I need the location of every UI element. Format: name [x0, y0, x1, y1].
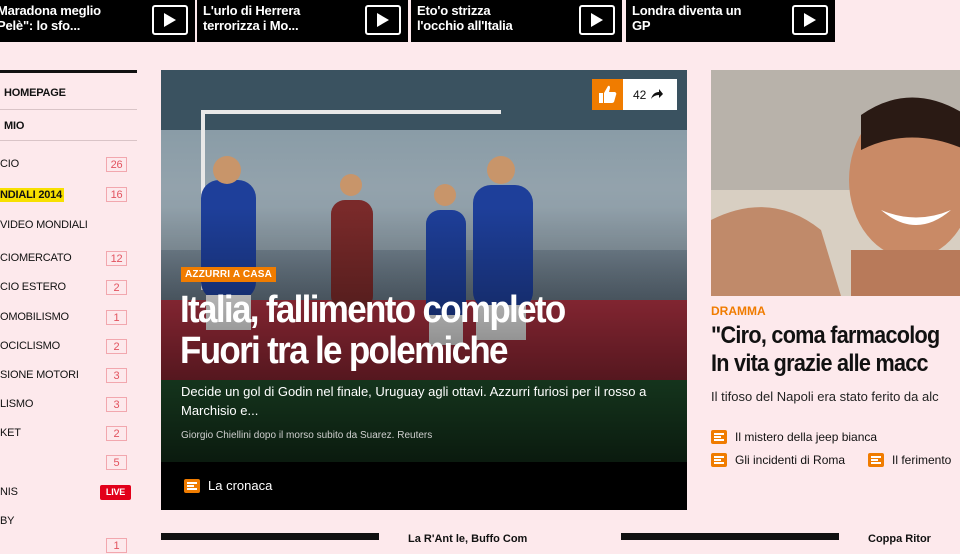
- cronaca-link[interactable]: La cronaca: [208, 478, 272, 493]
- hero-description: Decide un gol di Godin nel finale, Urugu…: [181, 384, 647, 418]
- related-link[interactable]: Gli incidenti di Roma: [735, 453, 845, 467]
- sidebar-divider: [0, 140, 137, 141]
- right-story-photo[interactable]: [711, 70, 960, 296]
- thumbs-up-icon: [599, 85, 617, 103]
- hero-kicker[interactable]: AZZURRI A CASA: [181, 267, 277, 282]
- play-icon: [591, 13, 603, 27]
- right-story-title[interactable]: "Ciro, coma farmacolog In vita grazie al…: [711, 322, 945, 378]
- top-news-card[interactable]: Eto'o strizza l'occhio all'Italia: [411, 0, 622, 42]
- sidebar-nav: HOMEPAGE MIO CIO 26 NDIALI 2014 16 VIDEO…: [0, 70, 137, 553]
- sidebar-item-label: CIOMERCATO: [0, 252, 72, 264]
- article-icon: [868, 453, 884, 467]
- live-badge: LIVE: [100, 485, 131, 500]
- sidebar-item-label: HOMEPAGE: [4, 87, 66, 99]
- count-badge: 3: [106, 368, 127, 383]
- sidebar-item-label: OCICLISMO: [0, 340, 60, 352]
- top-news-card[interactable]: Londra diventa un GP: [626, 0, 835, 42]
- related-link[interactable]: Il mistero della jeep bianca: [735, 430, 877, 444]
- article-icon: [184, 479, 200, 493]
- play-button[interactable]: [365, 5, 401, 35]
- count-badge: 1: [106, 538, 127, 553]
- count-badge: 3: [106, 397, 127, 412]
- hero-footer: La cronaca: [161, 462, 687, 510]
- like-count: 42: [633, 88, 647, 102]
- sidebar-item-label: SIONE MOTORI: [0, 369, 79, 381]
- like-button[interactable]: [592, 79, 623, 110]
- hero-title-line: Fuori tra le polemiche: [180, 330, 509, 372]
- sidebar-item-label: MIO: [4, 120, 25, 132]
- top-news-title[interactable]: L'urlo di Herrera terrorizza i Mo...: [203, 3, 321, 33]
- count-badge: 2: [106, 426, 127, 441]
- sidebar-item-label: BY: [0, 515, 15, 527]
- count-badge: 2: [106, 280, 127, 295]
- sidebar-item-label: NDIALI 2014: [0, 188, 64, 202]
- sidebar-item-label: LISMO: [0, 398, 34, 410]
- count-badge: 12: [106, 251, 127, 266]
- bottom-thumbnail[interactable]: [161, 533, 379, 540]
- hero-story[interactable]: 42 AZZURRI A CASA Italia, fallimento com…: [161, 70, 687, 510]
- share-arrow-icon[interactable]: [650, 88, 664, 103]
- count-badge: 26: [106, 157, 127, 172]
- right-title-line: "Ciro, coma farmacolog: [711, 322, 940, 349]
- sidebar-item-label: CIO ESTERO: [0, 281, 66, 293]
- right-story-kicker[interactable]: DRAMMA: [711, 304, 766, 318]
- related-link[interactable]: Il ferimento: [892, 453, 951, 467]
- count-badge: 5: [106, 455, 127, 470]
- sidebar-item-label: NIS: [0, 486, 18, 498]
- count-badge: 16: [106, 187, 127, 202]
- article-icon: [711, 430, 727, 444]
- play-icon: [804, 13, 816, 27]
- play-button[interactable]: [792, 5, 828, 35]
- like-share-box: 42: [592, 79, 677, 110]
- hero-title[interactable]: Italia, fallimento completo Fuori tra le…: [180, 290, 622, 372]
- top-news-title[interactable]: Londra diventa un GP: [632, 3, 750, 33]
- bottom-headline[interactable]: Coppa Ritor: [868, 533, 931, 545]
- right-story-description: Il tifoso del Napoli era stato ferito da…: [711, 389, 939, 404]
- count-badge: 2: [106, 339, 127, 354]
- play-icon: [164, 13, 176, 27]
- right-title-line: In vita grazie alle macc: [711, 350, 929, 377]
- top-news-strip: Maradona meglio Pelè": lo sfo... L'urlo …: [0, 0, 960, 46]
- bottom-thumbnail[interactable]: [621, 533, 839, 540]
- top-news-title[interactable]: Eto'o strizza l'occhio all'Italia: [417, 3, 535, 33]
- play-icon: [377, 13, 389, 27]
- top-news-title[interactable]: Maradona meglio Pelè": lo sfo...: [0, 3, 115, 33]
- top-news-card[interactable]: L'urlo di Herrera terrorizza i Mo...: [197, 0, 408, 42]
- article-icon: [711, 453, 727, 467]
- top-news-card[interactable]: Maradona meglio Pelè": lo sfo...: [0, 0, 195, 42]
- sidebar-item-label: OMOBILISMO: [0, 311, 69, 323]
- count-badge: 1: [106, 310, 127, 325]
- sidebar-item-label: KET: [0, 427, 21, 439]
- play-button[interactable]: [152, 5, 188, 35]
- sidebar-item-label: VIDEO MONDIALI: [0, 219, 88, 231]
- bottom-headline[interactable]: La R'Ant le, Buffo Com: [408, 533, 527, 545]
- hero-title-line: Italia, fallimento completo: [180, 289, 566, 331]
- play-button[interactable]: [579, 5, 615, 35]
- sidebar-item-label: CIO: [0, 158, 19, 170]
- sidebar-divider: [0, 109, 137, 110]
- photo-caption: Giorgio Chiellini dopo il morso subito d…: [181, 430, 433, 441]
